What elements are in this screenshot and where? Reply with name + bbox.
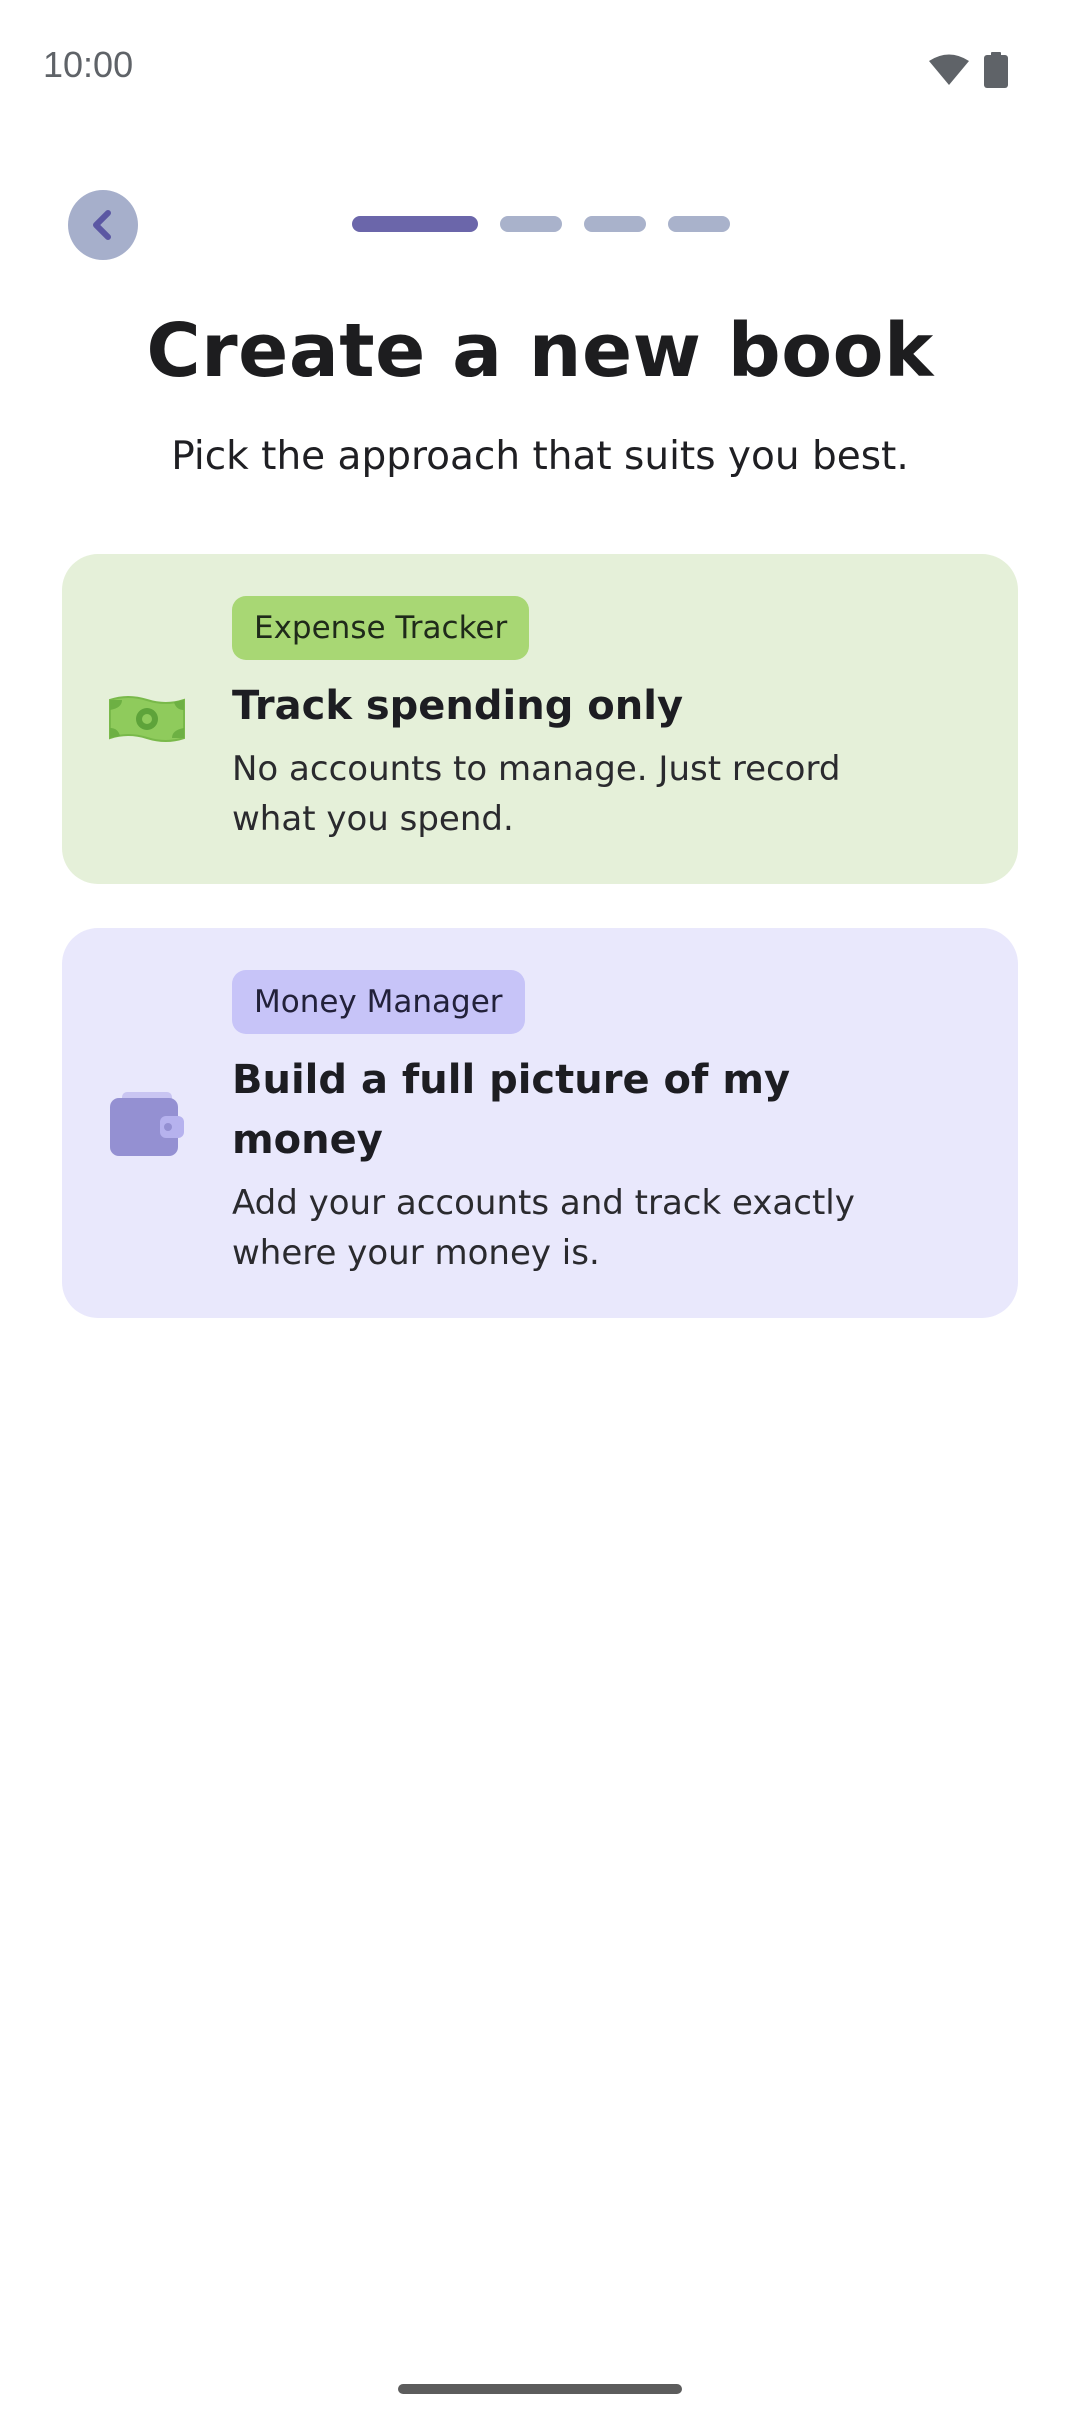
- card-title: Build a full picture of my money: [232, 1057, 791, 1163]
- option-card-money-manager[interactable]: Money Manager Build a full picture of my…: [62, 928, 1018, 1318]
- wifi-icon: [929, 54, 969, 85]
- option-card-expense-tracker[interactable]: Expense Tracker Track spending only No a…: [62, 554, 1018, 884]
- status-bar: 10:00: [0, 0, 1080, 140]
- page-title: Create a new book: [146, 308, 934, 394]
- badge-expense-tracker: Expense Tracker: [232, 596, 530, 660]
- progress-step-4: [668, 216, 730, 232]
- status-time: 10:00: [43, 44, 134, 85]
- wallet-icon: [110, 1092, 184, 1156]
- card-title: Track spending only: [232, 683, 684, 729]
- step-progress-indicator: [352, 216, 730, 232]
- chevron-left-icon: [93, 210, 111, 240]
- card-description: No accounts to manage. Just record what …: [232, 749, 841, 839]
- battery-icon: [984, 52, 1008, 88]
- card-description: Add your accounts and track exactly wher…: [232, 1183, 855, 1273]
- gesture-navigation-bar[interactable]: [398, 2384, 682, 2394]
- card-body: Expense Tracker Track spending only No a…: [232, 596, 932, 844]
- progress-step-2: [500, 216, 562, 232]
- progress-step-3: [584, 216, 646, 232]
- screen: 10:00 Create a new book Pick the approac…: [0, 0, 1080, 2424]
- card-body: Money Manager Build a full picture of my…: [232, 970, 932, 1278]
- back-button[interactable]: [68, 190, 138, 260]
- cash-icon: [109, 696, 185, 742]
- page-subtitle: Pick the approach that suits you best.: [171, 434, 909, 479]
- progress-step-1: [352, 216, 478, 232]
- badge-money-manager: Money Manager: [232, 970, 525, 1034]
